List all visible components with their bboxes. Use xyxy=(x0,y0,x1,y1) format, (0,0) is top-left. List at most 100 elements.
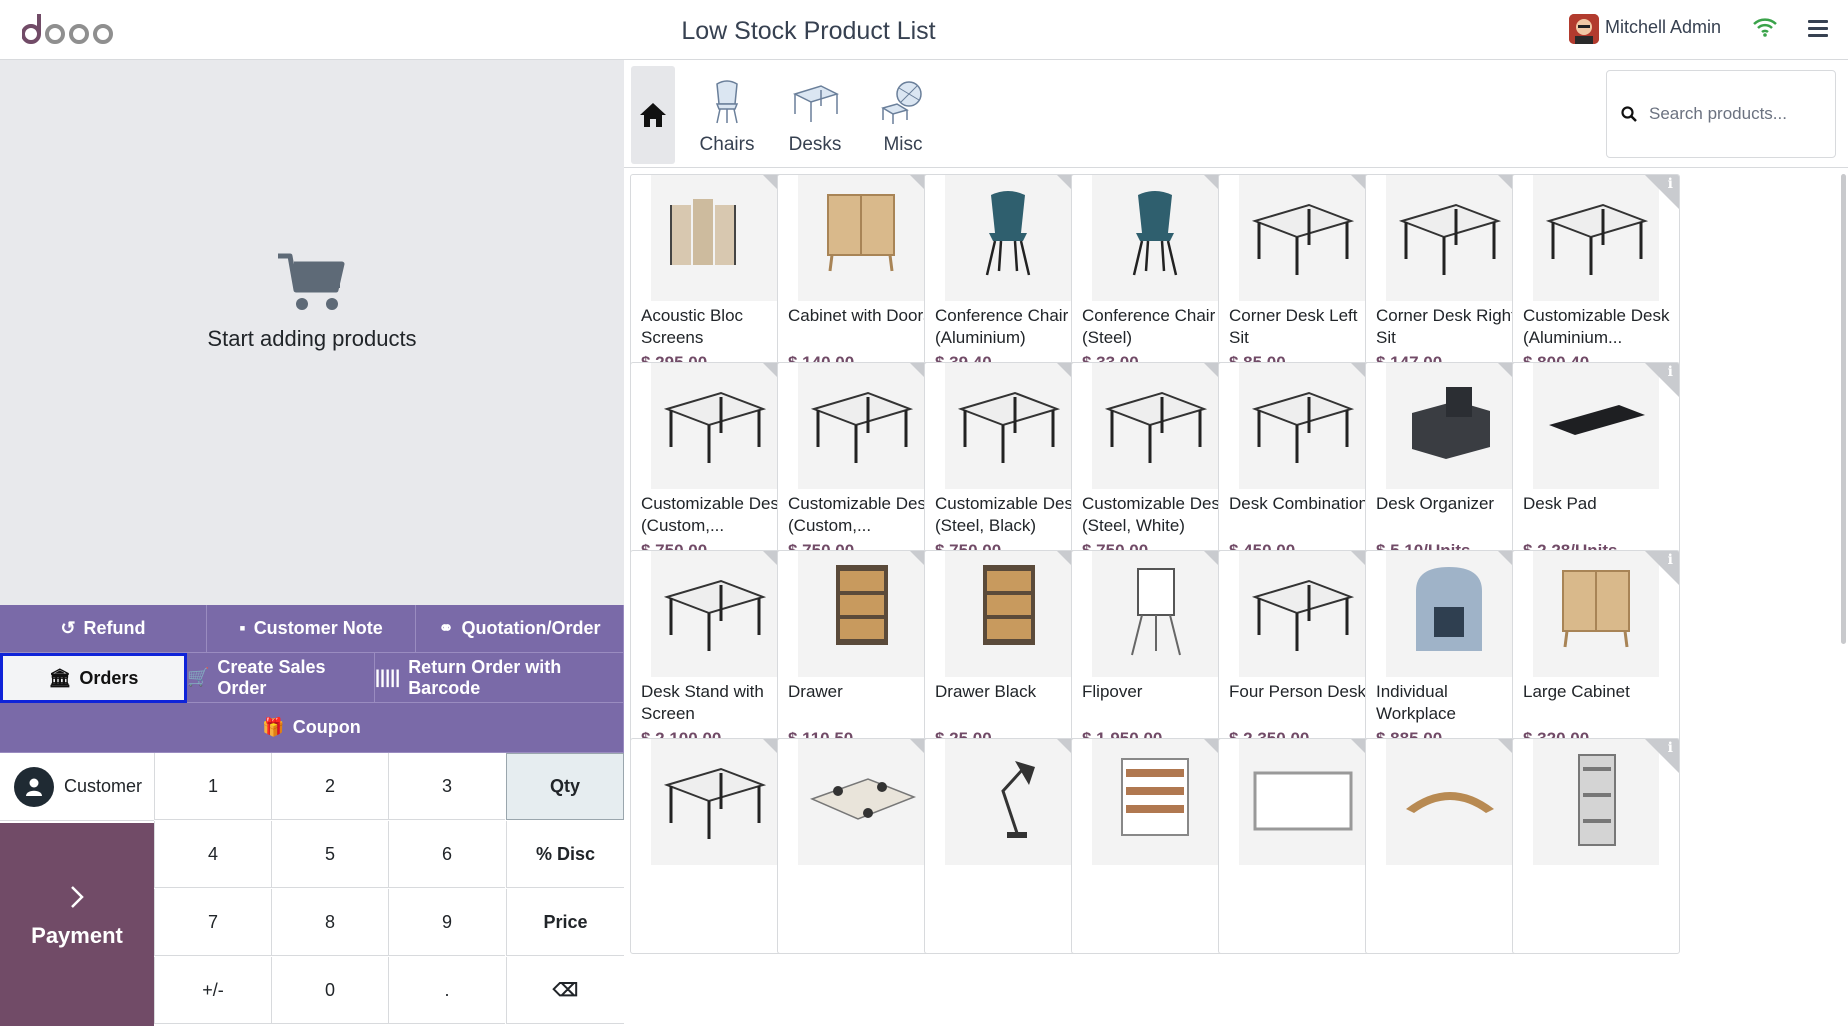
product-card[interactable]: iIndividual Workplace$ 885.00 xyxy=(1365,550,1533,766)
desk-icon xyxy=(810,391,914,463)
product-card[interactable]: i xyxy=(1071,738,1239,954)
product-image xyxy=(945,739,1071,865)
numpad-key-4[interactable]: 4 xyxy=(154,821,271,888)
quotation-order-button[interactable]: ⚭ Quotation/Order xyxy=(416,605,624,653)
product-card[interactable]: iDrawer Black$ 25.00 xyxy=(924,550,1092,766)
create-sales-order-button[interactable]: 🛒 Create Sales Order xyxy=(187,653,375,703)
product-card[interactable]: iDesk Organizer$ 5.10/Units xyxy=(1365,362,1533,578)
search-box xyxy=(1606,70,1836,158)
product-card[interactable]: i xyxy=(630,738,798,954)
product-card[interactable]: i xyxy=(777,738,945,954)
link-icon: ⚭ xyxy=(438,618,454,638)
desk-icon xyxy=(1398,203,1502,275)
note-icon: ▪ xyxy=(239,618,246,638)
hamburger-menu-icon[interactable] xyxy=(1808,20,1828,38)
product-card[interactable]: iDesk Pad$ 2.28/Units xyxy=(1512,362,1680,578)
product-card[interactable]: i xyxy=(1365,738,1533,954)
orders-button[interactable]: 🏛 Orders xyxy=(0,653,187,703)
coupon-button[interactable]: 🎁 Coupon xyxy=(0,703,624,753)
product-card[interactable]: iConference Chair (Aluminium)$ 39.40 xyxy=(924,174,1092,390)
top-bar: Low Stock Product List Mitchell Admin xyxy=(0,0,1848,60)
product-name: Desk Stand with Screen xyxy=(641,682,764,723)
product-card[interactable]: iLarge Cabinet$ 320.00 xyxy=(1512,550,1680,766)
numpad-key-8[interactable]: 7 xyxy=(154,889,271,956)
organizer-icon xyxy=(1412,387,1490,459)
info-corner xyxy=(1645,175,1679,209)
product-name: Large Cabinet xyxy=(1523,682,1630,701)
customer-button[interactable]: Customer xyxy=(0,753,154,821)
drawer-icon xyxy=(983,565,1035,645)
chair-icon xyxy=(715,80,739,124)
info-icon[interactable]: i xyxy=(1668,176,1673,192)
product-card[interactable]: iFlipover$ 1,950.00 xyxy=(1071,550,1239,766)
desk-icon xyxy=(663,391,767,463)
flipover-icon xyxy=(1131,568,1181,656)
product-card[interactable]: iDrawer$ 110.50 xyxy=(777,550,945,766)
cart-icon: 🛒 xyxy=(187,667,210,687)
product-name: Desk Combination xyxy=(1229,494,1368,513)
numpad-key-2[interactable]: 3 xyxy=(388,753,505,820)
product-card[interactable]: iCustomizable Desk (Aluminium...$ 800.40 xyxy=(1512,174,1680,390)
numpad-key-5[interactable]: 5 xyxy=(271,821,388,888)
table-icon xyxy=(809,778,917,820)
numpad-key-12[interactable]: +/- xyxy=(154,957,271,1024)
product-name: Desk Organizer xyxy=(1376,494,1495,513)
whiteboard-icon xyxy=(1253,771,1353,831)
search-input[interactable] xyxy=(1649,104,1819,124)
numpad-key-9[interactable]: 8 xyxy=(271,889,388,956)
product-card[interactable]: iCorner Desk Left Sit$ 85.00 xyxy=(1218,174,1386,390)
shopping-cart-icon xyxy=(278,253,345,310)
product-card[interactable]: iCustomizable Desk (Steel, Black)$ 750.0… xyxy=(924,362,1092,578)
mode-backspace-button[interactable]: ⌫ xyxy=(506,957,624,1024)
category-desks[interactable]: Desks xyxy=(770,78,860,156)
numpad-key-14[interactable]: . xyxy=(388,957,505,1024)
product-card[interactable]: i xyxy=(1512,738,1680,954)
numpad-key-10[interactable]: 9 xyxy=(388,889,505,956)
category-misc[interactable]: Misc xyxy=(858,78,948,156)
numpad-key-1[interactable]: 2 xyxy=(271,753,388,820)
product-card[interactable]: i xyxy=(1218,738,1386,954)
home-category-button[interactable] xyxy=(631,66,675,164)
return-order-barcode-button[interactable]: ||||| Return Order with Barcode xyxy=(375,653,624,703)
mode-price-button[interactable]: Price xyxy=(506,889,624,956)
product-card[interactable]: i xyxy=(924,738,1092,954)
product-image xyxy=(798,551,924,677)
home-icon xyxy=(640,103,666,127)
product-card[interactable]: iAcoustic Bloc Screens$ 295.00 xyxy=(630,174,798,390)
product-card[interactable]: iCorner Desk Right Sit$ 147.00 xyxy=(1365,174,1533,390)
wifi-icon xyxy=(1753,18,1777,37)
mode-discount-button[interactable]: % Disc xyxy=(506,821,624,888)
refund-button[interactable]: ↺ Refund xyxy=(0,605,207,653)
user-avatar[interactable] xyxy=(1569,14,1599,44)
product-card[interactable]: iDesk Stand with Screen$ 2,100.00 xyxy=(630,550,798,766)
payment-button[interactable]: Payment xyxy=(0,823,154,1026)
product-grid-scrollbar[interactable] xyxy=(1841,174,1846,644)
info-icon[interactable]: i xyxy=(1668,364,1673,380)
product-card[interactable]: iCabinet with Doors$ 140.00 xyxy=(777,174,945,390)
user-name[interactable]: Mitchell Admin xyxy=(1605,17,1721,38)
category-chairs[interactable]: Chairs xyxy=(682,78,772,156)
product-image xyxy=(1092,363,1218,489)
info-icon[interactable]: i xyxy=(1668,552,1673,568)
letter-tray-icon xyxy=(1578,754,1616,846)
product-card[interactable]: iCustomizable Desk (Custom,...$ 750.00 xyxy=(777,362,945,578)
info-icon[interactable]: i xyxy=(1668,740,1673,756)
product-name: Conference Chair (Aluminium) xyxy=(935,306,1069,347)
product-card[interactable]: iDesk Combination$ 450.00 xyxy=(1218,362,1386,578)
numpad-key-6[interactable]: 6 xyxy=(388,821,505,888)
numpad-key-0[interactable]: 1 xyxy=(154,753,271,820)
mode-qty-button[interactable]: Qty xyxy=(506,753,624,820)
desk-icon xyxy=(957,391,1061,463)
product-image xyxy=(1533,175,1659,301)
product-card[interactable]: iCustomizable Desk (Custom,...$ 750.00 xyxy=(630,362,798,578)
bank-icon: 🏛 xyxy=(48,667,72,688)
product-image xyxy=(1533,739,1659,865)
product-card[interactable]: iConference Chair (Steel)$ 33.00 xyxy=(1071,174,1239,390)
workplace-icon xyxy=(1416,567,1482,651)
numpad-key-13[interactable]: 0 xyxy=(271,957,388,1024)
category-bar: Chairs Desks Misc xyxy=(624,60,1848,168)
customer-note-button[interactable]: ▪ Customer Note xyxy=(207,605,416,653)
product-image xyxy=(1386,363,1512,489)
product-card[interactable]: iCustomizable Desk (Steel, White)$ 750.0… xyxy=(1071,362,1239,578)
product-card[interactable]: iFour Person Desk$ 2,350.00 xyxy=(1218,550,1386,766)
